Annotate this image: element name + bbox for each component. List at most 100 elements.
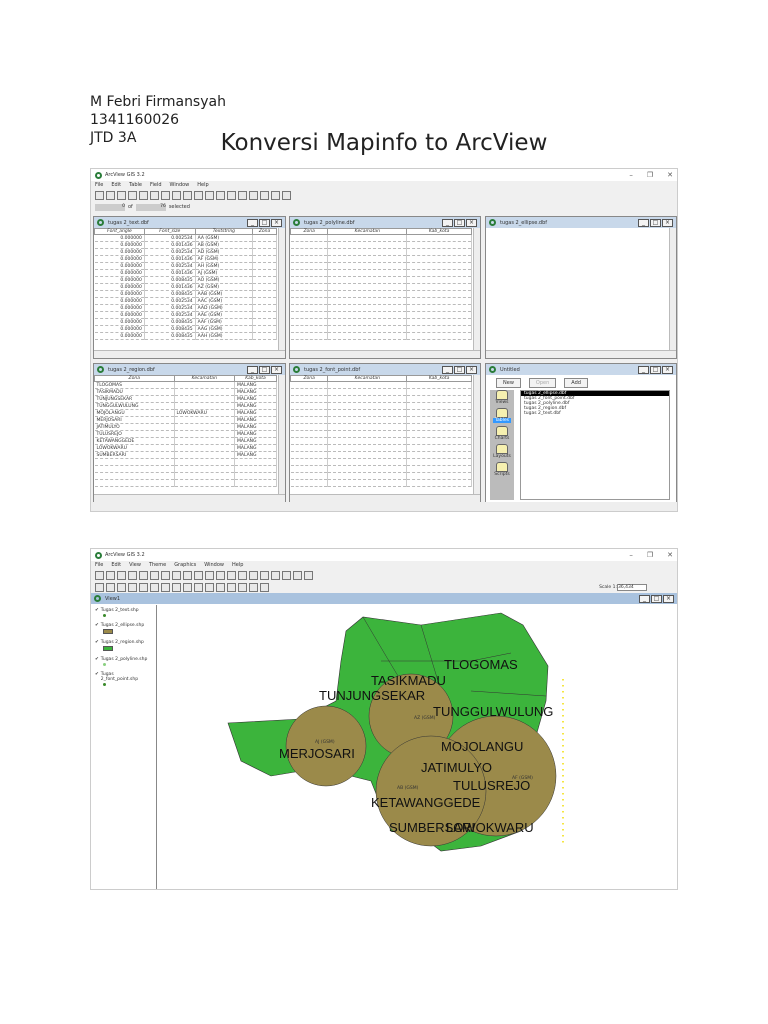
polyline-table-window[interactable]: tugas 2_polyline.dbf _ □ × Zona Kecamatan Kab…: [289, 216, 481, 359]
toolbar-button[interactable]: [161, 570, 170, 580]
table-row[interactable]: 0.000000 0.008435 AO (GSM): [94, 276, 277, 284]
minimize-button[interactable]: _: [247, 365, 258, 374]
table-row[interactable]: [290, 332, 472, 340]
vertical-scrollbar[interactable]: [278, 375, 285, 494]
table-row[interactable]: TLOGOMAS MALANG: [94, 381, 277, 389]
table-row[interactable]: [290, 255, 472, 263]
vertical-scrollbar[interactable]: [473, 228, 480, 350]
table-row[interactable]: [290, 479, 472, 487]
table-row[interactable]: [290, 416, 472, 424]
minimize-button[interactable]: _: [442, 365, 453, 374]
toolbar-button[interactable]: [282, 190, 291, 200]
table-row[interactable]: [290, 423, 472, 431]
toolbar-button[interactable]: [128, 570, 137, 580]
close-button[interactable]: ×: [662, 218, 673, 227]
table-row[interactable]: 0.000000 0.008435 AAF (GSM): [94, 318, 277, 326]
minimize-button[interactable]: _: [247, 218, 258, 227]
table-row[interactable]: [290, 241, 472, 249]
toolbar-button[interactable]: [95, 582, 104, 592]
toolbar-button[interactable]: [117, 582, 126, 592]
toolbar-button[interactable]: [194, 582, 203, 592]
table-row[interactable]: [290, 402, 472, 410]
toolbar-button[interactable]: [128, 190, 137, 200]
table-row[interactable]: [94, 458, 277, 466]
toolbar-button[interactable]: [238, 582, 247, 592]
checkbox-checked-icon[interactable]: ✔: [95, 640, 99, 645]
vertical-scrollbar[interactable]: [278, 228, 285, 350]
toolbar-button[interactable]: [216, 582, 225, 592]
toolbar-button[interactable]: [139, 570, 148, 580]
maximize-button[interactable]: □: [650, 218, 661, 227]
checkbox-checked-icon[interactable]: ✔: [95, 608, 99, 613]
table-row[interactable]: [290, 381, 472, 389]
table-row[interactable]: TULUSREJO MALANG: [94, 430, 277, 438]
minimize-icon[interactable]: –: [629, 551, 633, 559]
toolbar-button[interactable]: [293, 570, 302, 580]
category-layouts[interactable]: Layouts: [493, 444, 511, 459]
menu-item[interactable]: Edit: [111, 562, 121, 568]
toolbar-button[interactable]: [249, 190, 258, 200]
table-row[interactable]: [290, 290, 472, 298]
toolbar-button[interactable]: [238, 190, 247, 200]
checkbox-checked-icon[interactable]: ✔: [95, 672, 99, 682]
maximize-button[interactable]: □: [259, 365, 270, 374]
horizontal-scrollbar[interactable]: [94, 494, 285, 502]
table-row[interactable]: 0.000000 0.001436 AB (GSM): [94, 241, 277, 249]
menu-item[interactable]: View: [129, 562, 141, 568]
category-scripts[interactable]: Scripts: [494, 462, 510, 477]
vertical-scrollbar[interactable]: [669, 228, 676, 350]
toolbar-button[interactable]: [161, 190, 170, 200]
menu-item[interactable]: Help: [197, 182, 208, 188]
table-row[interactable]: 0.000000 0.002534 AAE (GSM): [94, 311, 277, 319]
toolbar-button[interactable]: [172, 190, 181, 200]
toolbar-button[interactable]: [194, 190, 203, 200]
toolbar-button[interactable]: [249, 582, 258, 592]
minimize-button[interactable]: _: [638, 218, 649, 227]
vertical-scrollbar[interactable]: [473, 375, 480, 494]
toolbar-button[interactable]: [271, 190, 280, 200]
close-icon[interactable]: ✕: [667, 171, 673, 179]
toolbar-button[interactable]: [150, 582, 159, 592]
ellipse-table-window[interactable]: tugas 2_ellipse.dbf _ □ ×: [485, 216, 677, 359]
theme-item[interactable]: ✔ Tugas 2_ellipse.shp: [91, 620, 156, 637]
project-window[interactable]: Untitled _ □ × New Open Add Views Tables Char…: [485, 363, 677, 503]
toolbar-button[interactable]: [194, 570, 203, 580]
table-row[interactable]: [290, 283, 472, 291]
table-row[interactable]: 0.000000 0.008435 AAH (GSM): [94, 332, 277, 340]
toolbar-button[interactable]: [172, 570, 181, 580]
table-row[interactable]: [94, 479, 277, 487]
menu-item[interactable]: File: [95, 562, 103, 568]
maximize-button[interactable]: □: [650, 365, 661, 374]
table-row[interactable]: 0.000000 0.008435 AAB (GSM): [94, 290, 277, 298]
table-row[interactable]: KETAWANGGEDE MALANG: [94, 437, 277, 445]
category-tables[interactable]: Tables: [493, 408, 511, 423]
toolbar-button[interactable]: [139, 190, 148, 200]
add-button[interactable]: Add: [564, 378, 588, 388]
table-row[interactable]: 0.000000 0.002534 AA (GSM): [94, 234, 277, 242]
table-row[interactable]: [290, 318, 472, 326]
text-table-window[interactable]: tugas 2_text.dbf _ □ × Font_angle Font_size T…: [93, 216, 286, 359]
table-row[interactable]: [94, 472, 277, 480]
menu-item[interactable]: Graphics: [174, 562, 196, 568]
table-row[interactable]: [290, 304, 472, 312]
toolbar-button[interactable]: [150, 190, 159, 200]
table-row[interactable]: 0.000000 0.002534 AAC (GSM): [94, 297, 277, 305]
minimize-button[interactable]: _: [638, 365, 649, 374]
new-button[interactable]: New: [496, 378, 521, 388]
theme-item[interactable]: ✔ Tugas 2_font_point.shp: [91, 669, 156, 689]
toolbar-button[interactable]: [95, 570, 104, 580]
menu-item[interactable]: Window: [204, 562, 224, 568]
table-row[interactable]: SUMBERSARI MALANG: [94, 451, 277, 459]
minimize-button[interactable]: _: [639, 594, 650, 603]
maximize-button[interactable]: □: [454, 365, 465, 374]
menu-item[interactable]: File: [95, 182, 103, 188]
table-row[interactable]: LOWOKWARU MALANG: [94, 444, 277, 452]
close-button[interactable]: ×: [663, 594, 674, 603]
horizontal-scrollbar[interactable]: [94, 350, 285, 358]
table-row[interactable]: 0.000000 0.001436 AF (GSM): [94, 255, 277, 263]
toolbar-button[interactable]: [205, 570, 214, 580]
minimize-icon[interactable]: –: [629, 171, 633, 179]
table-row[interactable]: [290, 437, 472, 445]
toolbar-button[interactable]: [238, 570, 247, 580]
category-charts[interactable]: Charts: [495, 426, 509, 441]
